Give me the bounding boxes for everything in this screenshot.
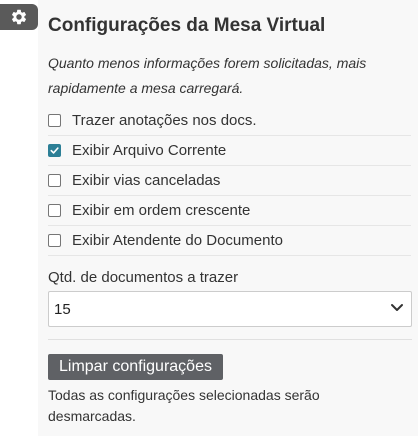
settings-page: Configurações da Mesa Virtual Quanto men… [0, 0, 418, 436]
option-label: Exibir Arquivo Corrente [72, 142, 227, 159]
option-ordem-crescente[interactable]: Exibir em ordem crescente [48, 196, 411, 226]
option-label: Trazer anotações nos docs. [72, 112, 257, 129]
settings-panel: Configurações da Mesa Virtual Quanto men… [38, 0, 418, 436]
clear-settings-note: Todas as configurações selecionadas serã… [48, 387, 320, 424]
options-list: Trazer anotações nos docs. Exibir Arquiv… [48, 106, 411, 256]
checkbox[interactable] [48, 114, 61, 127]
option-exibir-vias-canceladas[interactable]: Exibir vias canceladas [48, 166, 411, 196]
settings-toggle-tab[interactable] [0, 4, 38, 30]
performance-hint: Quanto menos informações forem solicitad… [48, 55, 367, 96]
option-label: Exibir vias canceladas [72, 172, 221, 189]
checkbox[interactable] [48, 204, 61, 217]
option-label: Exibir em ordem crescente [72, 202, 251, 219]
quantity-selected-value: 15 [54, 300, 71, 318]
option-exibir-atendente[interactable]: Exibir Atendente do Documento [48, 226, 411, 256]
panel-title: Configurações da Mesa Virtual [48, 15, 326, 36]
quantity-label: Qtd. de documentos a trazer [48, 269, 239, 286]
checkbox[interactable] [48, 144, 61, 157]
checkmark-icon [50, 147, 59, 154]
quantity-select[interactable]: 15 [48, 291, 412, 327]
clear-settings-button[interactable]: Limpar configurações [48, 354, 223, 380]
checkbox[interactable] [48, 174, 61, 187]
chevron-down-icon [389, 299, 405, 320]
section-divider [48, 339, 412, 340]
option-exibir-arquivo-corrente[interactable]: Exibir Arquivo Corrente [48, 136, 411, 166]
option-trazer-anotacoes[interactable]: Trazer anotações nos docs. [48, 106, 411, 136]
checkbox[interactable] [48, 234, 61, 247]
gear-icon [10, 8, 28, 26]
option-label: Exibir Atendente do Documento [72, 232, 283, 249]
